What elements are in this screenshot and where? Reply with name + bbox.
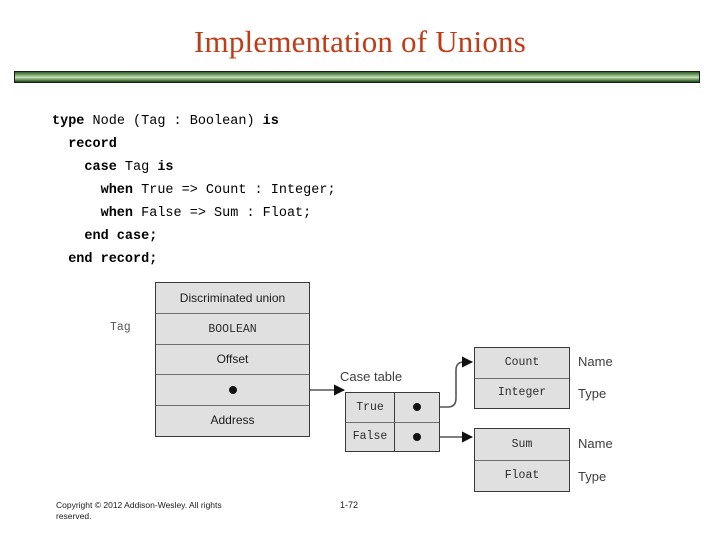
code-text: False => Sum : Float; xyxy=(141,206,312,221)
case-value-label: False xyxy=(352,430,388,444)
code-line: record xyxy=(52,133,336,156)
union-row-label: Discriminated union xyxy=(179,291,286,306)
pointer-dot-icon xyxy=(228,385,237,394)
sum-variant-table: Sum Float xyxy=(474,428,570,492)
count-name-annotation: Name xyxy=(578,354,613,369)
variant-field-type: Float xyxy=(504,468,540,482)
code-keyword: end case; xyxy=(52,229,158,244)
ada-code-listing: type Node (Tag : Boolean) is record case… xyxy=(52,110,336,271)
union-record-table: Discriminated union BOOLEAN Offset Addre… xyxy=(155,282,310,437)
pointer-dot-icon xyxy=(413,403,421,412)
union-row-label: Address xyxy=(210,413,255,428)
code-text: True => Count : Integer; xyxy=(141,183,336,198)
code-line: case Tag is xyxy=(52,156,336,179)
table-row: Integer xyxy=(475,377,569,407)
footer-copyright: Copyright © 2012 Addison-Wesley. All rig… xyxy=(56,500,222,521)
code-text: Node (Tag : Boolean) xyxy=(92,114,263,129)
case-value-cell: False xyxy=(346,422,395,451)
case-value-label: True xyxy=(356,400,384,414)
table-row: Address xyxy=(156,404,309,435)
case-table-label: Case table xyxy=(340,369,403,384)
code-keyword: is xyxy=(157,160,174,175)
code-keyword: end record; xyxy=(52,252,158,267)
code-keyword: type xyxy=(52,114,93,129)
code-keyword: when xyxy=(52,183,142,198)
variant-field-name: Sum xyxy=(511,437,533,451)
sum-name-annotation: Name xyxy=(578,436,613,451)
code-line: end record; xyxy=(52,248,336,271)
code-keyword: case xyxy=(52,160,125,175)
case-pointer-cell xyxy=(395,393,439,422)
table-row: Discriminated union xyxy=(156,283,309,314)
tag-label: Tag xyxy=(110,321,131,334)
case-value-cell: True xyxy=(346,393,395,422)
variant-field-type: Integer xyxy=(497,386,547,400)
union-row-label: Offset xyxy=(216,352,249,367)
footer-page-number: 1-72 xyxy=(340,500,359,510)
table-row: False xyxy=(346,421,439,451)
code-keyword: when xyxy=(52,206,142,221)
sum-type-annotation: Type xyxy=(578,469,607,484)
table-row-pointer xyxy=(156,374,309,405)
table-row: Offset xyxy=(156,343,309,375)
code-keyword: record xyxy=(52,137,117,152)
page-title: Implementation of Unions xyxy=(194,24,526,59)
code-keyword: is xyxy=(262,114,279,129)
code-line: when False => Sum : Float; xyxy=(52,202,336,225)
union-row-label: BOOLEAN xyxy=(208,322,257,336)
code-line: end case; xyxy=(52,225,336,248)
table-row: Count xyxy=(475,348,569,378)
table-row: BOOLEAN xyxy=(156,313,309,344)
code-line: type Node (Tag : Boolean) is xyxy=(52,110,336,133)
pointer-dot-icon xyxy=(413,432,421,441)
table-row: True xyxy=(346,393,439,422)
table-row: Sum xyxy=(475,429,569,460)
variant-field-name: Count xyxy=(504,356,540,370)
title-divider-bar xyxy=(14,71,700,83)
case-table: True False xyxy=(345,392,440,452)
code-line: when True => Count : Integer; xyxy=(52,179,336,202)
count-variant-table: Count Integer xyxy=(474,347,570,409)
table-row: Float xyxy=(475,459,569,490)
case-pointer-cell xyxy=(395,422,439,451)
count-type-annotation: Type xyxy=(578,386,607,401)
code-text: Tag xyxy=(124,160,158,175)
